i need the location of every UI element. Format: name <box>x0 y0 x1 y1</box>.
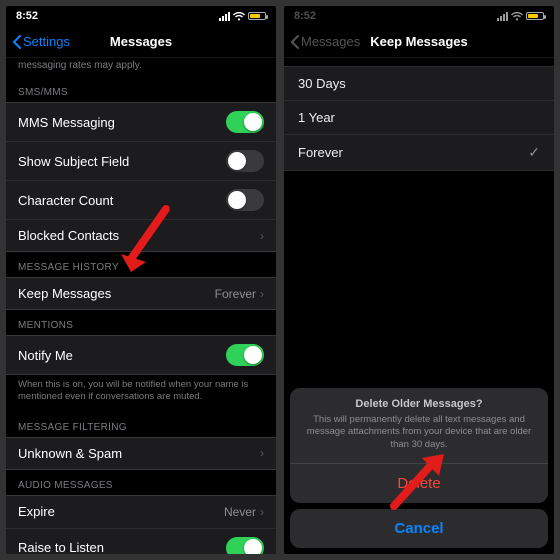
back-label: Messages <box>301 34 360 49</box>
checkmark-icon: ✓ <box>528 144 540 161</box>
row-blocked[interactable]: Blocked Contacts › <box>6 219 276 252</box>
option-1-year[interactable]: 1 Year <box>284 101 554 135</box>
page-title: Messages <box>110 34 172 49</box>
nav-bar: Messages Keep Messages <box>284 26 554 58</box>
sheet-body: This will permanently delete all text me… <box>304 414 534 451</box>
label: Character Count <box>18 193 113 208</box>
chevron-right-icon: › <box>260 446 264 460</box>
sheet-title: Delete Older Messages? <box>304 398 534 410</box>
row-raise[interactable]: Raise to Listen <box>6 528 276 554</box>
wifi-icon <box>511 12 523 21</box>
chevron-left-icon <box>12 35 21 49</box>
section-mentions: MENTIONS <box>6 310 276 335</box>
page-title: Keep Messages <box>370 34 468 49</box>
chevron-right-icon: › <box>260 287 264 301</box>
nav-bar: Settings Messages <box>6 26 276 58</box>
section-sms: SMS/MMS <box>6 77 276 102</box>
phone-left: 8:52 Settings Messages messaging rates m… <box>6 6 276 554</box>
group-sms: MMS Messaging Show Subject Field Charact… <box>6 102 276 252</box>
battery-icon <box>526 12 544 20</box>
status-right <box>497 12 544 21</box>
group-history: Keep Messages Forever › <box>6 277 276 310</box>
signal-icon <box>219 12 230 21</box>
delete-button[interactable]: Delete <box>290 463 548 503</box>
group-filtering: Unknown & Spam › <box>6 437 276 470</box>
status-bar: 8:52 <box>284 6 554 26</box>
chevron-right-icon: › <box>260 505 264 519</box>
toggle-subject[interactable] <box>226 150 264 172</box>
cancel-button[interactable]: Cancel <box>290 509 548 548</box>
section-audio: AUDIO MESSAGES <box>6 470 276 495</box>
row-keep-messages[interactable]: Keep Messages Forever › <box>6 277 276 310</box>
row-unknown-spam[interactable]: Unknown & Spam › <box>6 437 276 470</box>
row-mms[interactable]: MMS Messaging <box>6 102 276 141</box>
option-30-days[interactable]: 30 Days <box>284 66 554 101</box>
row-char-count[interactable]: Character Count <box>6 180 276 219</box>
label: Keep Messages <box>18 286 111 301</box>
chevron-right-icon: › <box>260 229 264 243</box>
action-sheet-backdrop: Delete Older Messages? This will permane… <box>284 354 554 554</box>
back-button[interactable]: Settings <box>12 26 70 57</box>
chevron-left-icon <box>290 35 299 49</box>
status-time: 8:52 <box>294 10 316 22</box>
label: Unknown & Spam <box>18 446 122 461</box>
toggle-raise[interactable] <box>226 537 264 554</box>
status-right <box>219 12 266 21</box>
value: Never <box>224 505 256 519</box>
section-filtering: MESSAGE FILTERING <box>6 412 276 437</box>
label: Raise to Listen <box>18 540 104 554</box>
label: Show Subject Field <box>18 154 129 169</box>
back-button[interactable]: Messages <box>290 26 360 57</box>
group-audio: Expire Never › Raise to Listen <box>6 495 276 554</box>
label: 1 Year <box>298 110 335 125</box>
action-sheet: Delete Older Messages? This will permane… <box>290 388 548 503</box>
label: MMS Messaging <box>18 115 115 130</box>
battery-icon <box>248 12 266 20</box>
label: Expire <box>18 504 55 519</box>
top-note: messaging rates may apply. <box>6 58 276 77</box>
settings-content[interactable]: messaging rates may apply. SMS/MMS MMS M… <box>6 58 276 554</box>
back-label: Settings <box>23 34 70 49</box>
label: 30 Days <box>298 76 346 91</box>
signal-icon <box>497 12 508 21</box>
phone-right: 8:52 Messages Keep Messages 30 Days 1 Ye… <box>284 6 554 554</box>
option-forever[interactable]: Forever ✓ <box>284 135 554 171</box>
toggle-mms[interactable] <box>226 111 264 133</box>
notify-footer: When this is on, you will be notified wh… <box>6 375 276 412</box>
status-bar: 8:52 <box>6 6 276 26</box>
sheet-message: Delete Older Messages? This will permane… <box>290 388 548 463</box>
row-expire[interactable]: Expire Never › <box>6 495 276 528</box>
status-time: 8:52 <box>16 10 38 22</box>
section-history: MESSAGE HISTORY <box>6 252 276 277</box>
toggle-char-count[interactable] <box>226 189 264 211</box>
row-notify[interactable]: Notify Me <box>6 335 276 375</box>
toggle-notify[interactable] <box>226 344 264 366</box>
value: Forever <box>215 287 256 301</box>
wifi-icon <box>233 12 245 21</box>
row-subject[interactable]: Show Subject Field <box>6 141 276 180</box>
label: Notify Me <box>18 348 73 363</box>
label: Forever <box>298 145 343 160</box>
group-mentions: Notify Me <box>6 335 276 375</box>
label: Blocked Contacts <box>18 228 119 243</box>
